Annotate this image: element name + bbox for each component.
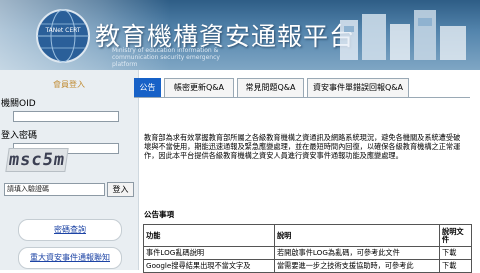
cell-function: Google搜尋結果出現不當文字及 bbox=[143, 259, 275, 273]
table-header-row: 功能 說明 說明文件 bbox=[143, 224, 472, 247]
password-label: 登入密碼 bbox=[1, 131, 38, 141]
org-id-input[interactable] bbox=[13, 111, 119, 122]
captcha-input[interactable]: 請填入驗證碼 bbox=[4, 183, 105, 196]
tab-account-update-qa[interactable]: 帳密更新Q&A bbox=[164, 78, 234, 98]
table-row: 事件LOG亂碼說明 若開啟事件LOG為亂碼，可參考此文件 下載 bbox=[143, 246, 472, 260]
login-heading: 會員登入 bbox=[53, 80, 85, 89]
tab-error-report-qa[interactable]: 資安事件單錯誤回報Q&A bbox=[307, 78, 409, 98]
tab-divider bbox=[134, 97, 470, 98]
intro-text: 教育部為求有效掌握教育部所屬之各級教育機構之資通訊及網路系統現況，避免各機關及系… bbox=[144, 133, 461, 160]
tab-faq[interactable]: 常見問題Q&A bbox=[237, 78, 304, 98]
cell-description: 若開啟事件LOG為亂碼，可參考此文件 bbox=[273, 246, 441, 260]
col-function: 功能 bbox=[143, 224, 275, 247]
incident-contact-link[interactable]: 重大資安事件通報聯知 bbox=[18, 247, 122, 269]
cell-function: 事件LOG亂碼說明 bbox=[143, 246, 275, 260]
page-subtitle: Ministry of education information & comm… bbox=[112, 47, 220, 68]
site-banner: TANet CERT 教育機構資安通報平台 Ministry of educat… bbox=[0, 0, 480, 70]
download-link[interactable]: 下載 bbox=[439, 259, 472, 273]
org-id-label: 機關OID bbox=[1, 99, 36, 109]
banner-decoration-icon bbox=[340, 10, 466, 60]
password-query-link[interactable]: 密碼查詢 bbox=[18, 219, 122, 241]
globe-logo-icon: TANet CERT bbox=[36, 9, 90, 63]
captcha-image: msc5m bbox=[5, 148, 69, 172]
download-link[interactable]: 下載 bbox=[439, 246, 472, 260]
notices-title: 公告事項 bbox=[144, 210, 174, 219]
col-document: 說明文件 bbox=[439, 224, 472, 247]
login-button[interactable]: 登入 bbox=[107, 182, 134, 197]
logo-text: TANet CERT bbox=[44, 27, 80, 34]
tab-announcement[interactable]: 公告 bbox=[134, 78, 161, 98]
table-row: Google搜尋結果出現不當文字及 當需要進一步之技術支援協助時，可參考此 下載 bbox=[143, 259, 472, 273]
notices-table: 功能 說明 說明文件 事件LOG亂碼說明 若開啟事件LOG為亂碼，可參考此文件 … bbox=[143, 224, 472, 273]
cell-description: 當需要進一步之技術支援協助時，可參考此 bbox=[273, 259, 441, 273]
col-description: 說明 bbox=[273, 224, 441, 247]
